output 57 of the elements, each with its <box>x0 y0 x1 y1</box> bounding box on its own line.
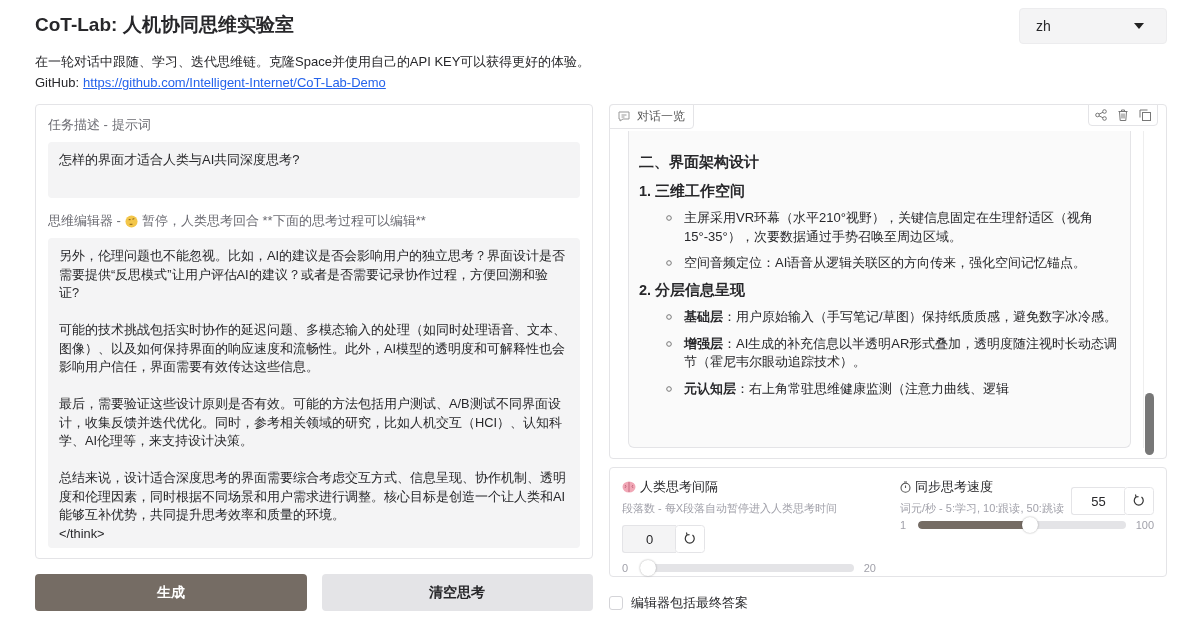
bullet-text: 增强层：AI生成的补充信息以半透明AR形式叠加，透明度随注视时长动态调节（霍尼韦尔眼动追踪技术）。 <box>684 334 1118 371</box>
chat-icon <box>618 111 630 122</box>
number-field[interactable]: 55 <box>1071 487 1125 515</box>
bullet-text: 主屏采用VR环幕（水平210°视野），关键信息固定在生理舒适区（视角15°-35°），次要数据通过手势召唤至周边区域。 <box>684 209 1094 246</box>
slider-max-label: 100 <box>1135 519 1154 531</box>
checkbox[interactable] <box>609 596 623 610</box>
thinking-emoji-icon <box>124 214 138 228</box>
section-heading: 二、界面架构设计 <box>639 153 760 172</box>
reset-icon[interactable] <box>1124 487 1154 515</box>
editor-paragraph: 总结来说，设计适合深度思考的界面需要综合考虑交互方式、信息呈现、协作机制、透明度和伦理因素，同时根据不同场景和用户需求进行调整。核心目标是创造一个让人类和AI能够互补优势，共同提升思考效率和质量的环境。 <box>59 469 566 524</box>
checkbox-label: 编辑器包括最终答案 <box>631 594 748 612</box>
bullet-text: 元认知层：右上角常驻思维健康监测（注意力曲线、逻辑 <box>684 379 1009 398</box>
subsection-heading: 2. 分层信息呈现 <box>639 280 747 299</box>
editor-label: 思维编辑器 - <box>48 212 121 230</box>
slider-thumb[interactable] <box>640 560 656 576</box>
slider-thumb[interactable] <box>1022 517 1039 533</box>
editor-paragraph: 另外，伦理问题也不能忽视。比如，AI的建议是否会影响用户的独立思考？界面设计是否需要提供“反思模式”让用户评估AI的建议？或者是否需要记录协作过程，方便回溯和验证? <box>59 247 566 302</box>
task-label: 任务描述 - 提示词 <box>48 116 152 134</box>
editor-paragraph: 可能的技术挑战包括实时协作的延迟问题、多模态输入的处理（如同时处理语音、文本、图像）、以及如何保持界面的响应速度和流畅性。此外，AI模型的透明度和可解释性也会影响用户信任，界面需要有效传达这些信息。 <box>59 321 566 376</box>
slider[interactable] <box>640 559 854 577</box>
chat-label: 对话一览 <box>609 104 694 129</box>
delete-icon[interactable] <box>1117 109 1129 121</box>
slider-max-label: 20 <box>863 562 876 574</box>
subsection-heading: 1. 三维工作空间 <box>639 181 747 200</box>
bullet-icon <box>666 215 672 221</box>
clear-button[interactable]: 清空思考 <box>321 574 593 611</box>
bullet-icon <box>666 340 672 347</box>
editor-paragraph: </think> <box>59 524 106 543</box>
caret-icon <box>1134 23 1144 29</box>
task-input-field[interactable]: 怎样的界面才适合人类与AI共同深度思考? <box>48 142 580 198</box>
setting-title: 人类思考间隔 <box>640 478 718 496</box>
setting-title: 同步思考速度 <box>915 478 993 496</box>
brain-icon <box>622 481 636 493</box>
setting-hint: 词元/秒 - 5:学习, 10:跟读, 50:跳读 <box>900 501 1065 516</box>
bullet-icon <box>666 314 672 320</box>
stopwatch-icon <box>900 481 911 493</box>
bullet-icon <box>666 260 672 266</box>
copy-icon[interactable] <box>1139 109 1151 121</box>
editor-paragraph: 最后，需要验证这些设计原则是否有效。可能的方法包括用户测试、A/B测试不同界面设计，收集反馈并迭代优化。同时，参考相关领域的研究，比如人机交互（HCI）、认知科学、AI伦理等，来支持设计决策。 <box>59 395 564 450</box>
reset-icon[interactable] <box>675 525 705 553</box>
share-icon[interactable] <box>1095 109 1107 121</box>
page-title: CoT-Lab: 人机协同思维实验室 <box>35 13 295 37</box>
bullet-text: 基础层：用户原始输入（手写笔记/草图）保持纸质质感，避免数字冰冷感。 <box>684 308 1117 326</box>
slider[interactable] <box>918 516 1126 534</box>
editor-hint: 暂停，人类思考回合 **下面的思考过程可以编辑** <box>141 212 426 230</box>
bullet-icon <box>666 385 672 392</box>
description: 在一轮对话中跟随、学习、迭代思维链。克隆Space并使用自己的API KEY可以获得更好的体验。 <box>35 53 591 71</box>
bullet-text: 空间音频定位：AI语音从逻辑关联区的方向传来，强化空间记忆锚点。 <box>684 254 1087 272</box>
language-dropdown[interactable]: zh <box>1019 8 1167 44</box>
slider-min-label: 0 <box>622 562 630 574</box>
slider-min-label: 1 <box>900 519 908 531</box>
scrollbar[interactable] <box>1145 393 1154 455</box>
github-link[interactable]: https://github.com/Intelligent-Internet/CoT-Lab-Demo <box>83 75 386 90</box>
setting-hint: 段落数 - 每X段落自动暂停进入人类思考时间 <box>622 501 839 516</box>
number-field[interactable]: 0 <box>622 525 676 553</box>
github-label: GitHub: <box>35 75 80 90</box>
generate-button[interactable]: 生成 <box>35 574 307 611</box>
